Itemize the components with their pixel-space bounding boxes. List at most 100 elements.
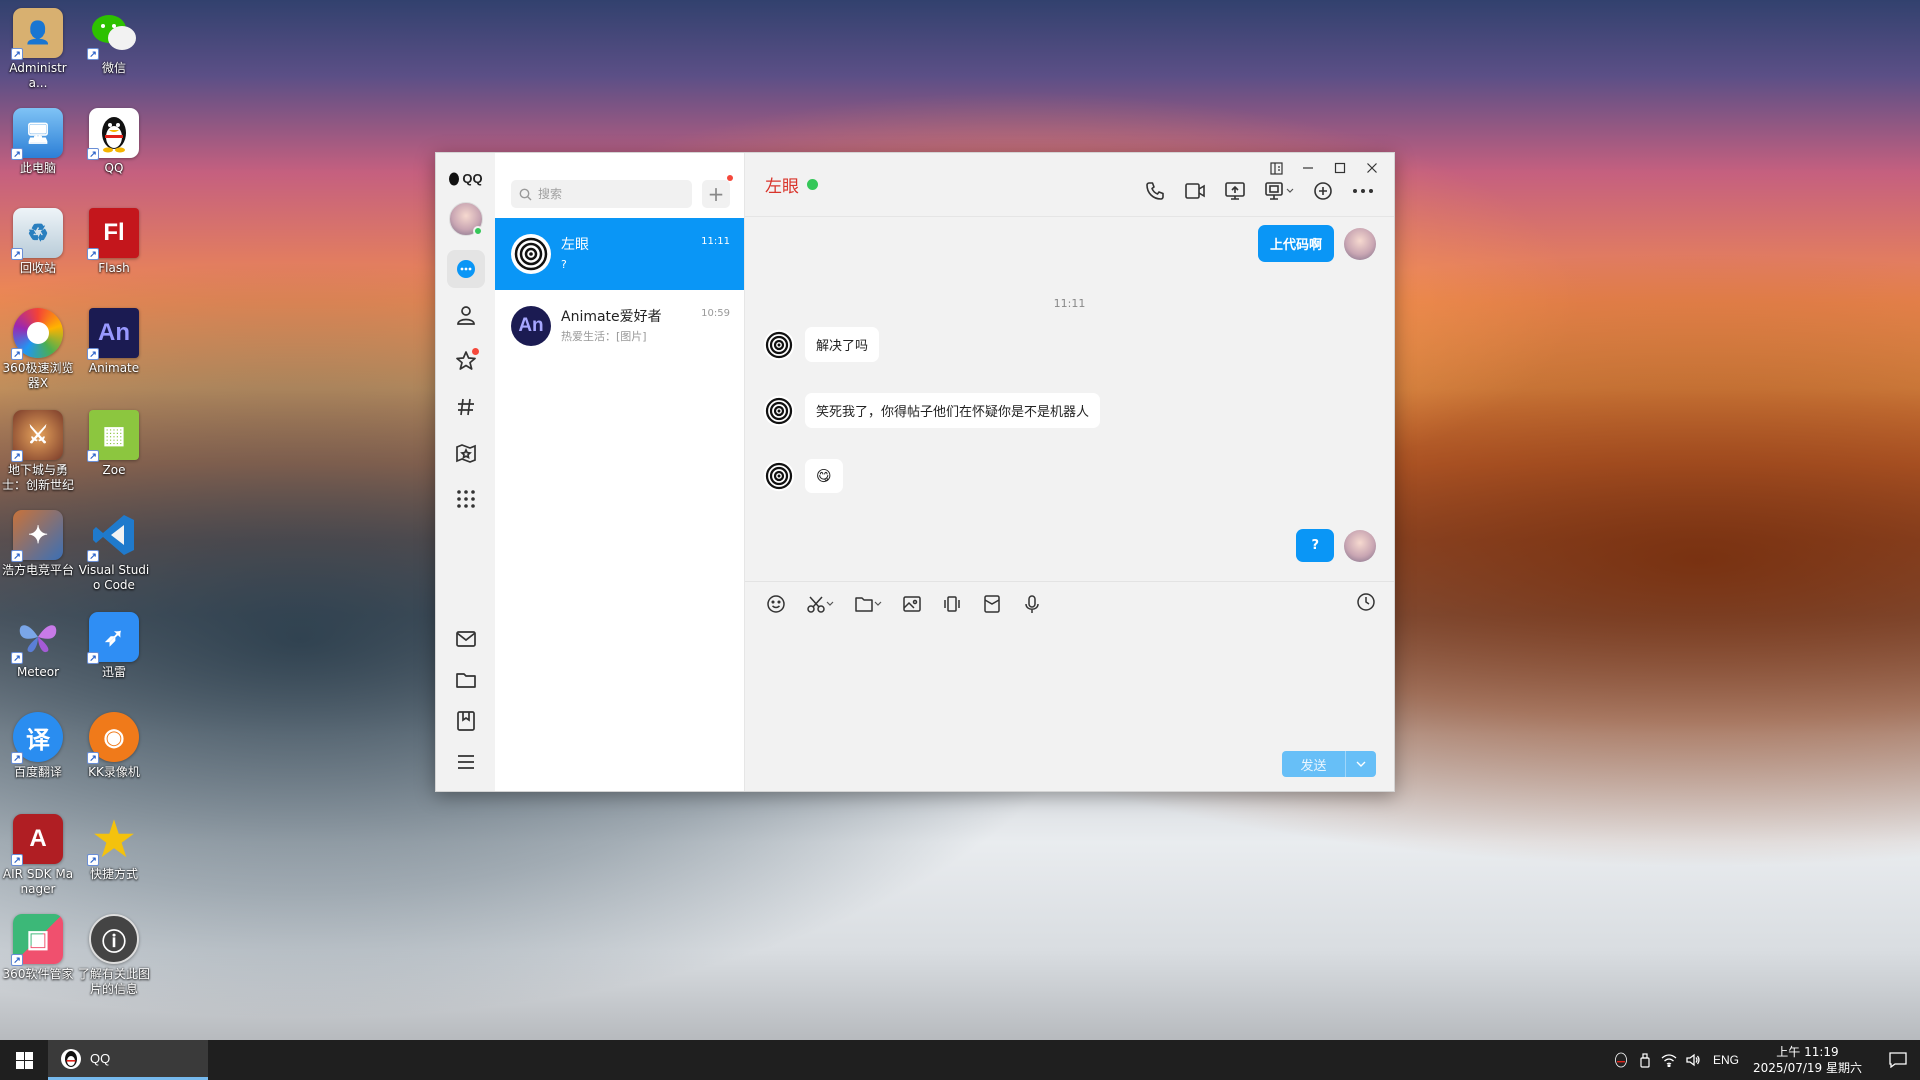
desktop-icon-flash[interactable]: Fl ↗ Flash — [76, 208, 152, 276]
rail-favorites-button[interactable] — [447, 342, 485, 380]
chevron-down-icon — [1356, 761, 1366, 767]
tray-qq-button[interactable] — [1609, 1040, 1633, 1080]
desktop-icon-shortcut[interactable]: ★ ↗ 快捷方式 — [76, 813, 152, 882]
add-button[interactable]: + — [702, 175, 733, 208]
desktop-icon-administrator[interactable]: 👤 ↗ Administra... — [0, 8, 76, 91]
windows-logo-icon — [15, 1051, 33, 1069]
butterfly-icon: ↗ — [11, 612, 63, 664]
spiral-avatar-icon[interactable] — [763, 329, 795, 361]
rail-channels-button[interactable] — [447, 388, 485, 426]
window-pin-icon — [1269, 161, 1283, 175]
conversation-preview: ? — [561, 258, 567, 271]
conversation-item[interactable]: 左眼 ? 11:11 — [495, 218, 744, 290]
rail-mail-button[interactable] — [447, 620, 485, 658]
desktop-icon-this-pc[interactable]: 🖥 ↗ 此电脑 — [0, 108, 76, 176]
message-bubble[interactable]: 笑死我了，你得帖子他们在怀疑你是不是机器人 — [805, 393, 1101, 428]
message-bubble[interactable]: ? — [1296, 529, 1334, 562]
desktop-icon-meteor[interactable]: ↗ Meteor — [0, 612, 76, 680]
search-box[interactable] — [511, 180, 692, 208]
taskbar-clock[interactable]: 上午 11:19 2025/07/19 星期六 — [1753, 1044, 1862, 1076]
desktop-icon-dnf[interactable]: ⚔ ↗ 地下城与勇士：创新世纪 — [0, 410, 76, 493]
input-language-indicator[interactable]: ENG — [1713, 1053, 1739, 1067]
my-avatar[interactable] — [448, 202, 483, 236]
desktop-icon-zoe[interactable]: ▦ ↗ Zoe — [76, 410, 152, 478]
rail-contacts-button[interactable] — [447, 296, 485, 334]
send-image-button[interactable] — [899, 592, 925, 616]
rail-messages-button[interactable] — [446, 250, 485, 288]
window-controls — [1260, 157, 1388, 179]
video-call-button[interactable] — [1182, 179, 1208, 203]
desktop-icon-label: Zoe — [102, 463, 126, 477]
desktop-icon-vscode[interactable]: ↗ Visual Studio Code — [76, 510, 152, 593]
maximize-button[interactable] — [1324, 157, 1356, 179]
chat-title[interactable]: 左眼 — [765, 172, 799, 197]
desktop-icon-xunlei[interactable]: ➶ ↗ 迅雷 — [76, 612, 152, 680]
conversation-item[interactable]: An Animate爱好者 热爱生活：[图片] 10:59 — [495, 290, 744, 362]
my-avatar[interactable] — [1344, 529, 1376, 562]
rail-files-button[interactable] — [447, 661, 485, 699]
tray-usb-button[interactable] — [1633, 1040, 1657, 1080]
more-options-button[interactable] — [1350, 179, 1376, 203]
send-options-button[interactable] — [1346, 751, 1376, 777]
kk-recorder-icon: ◉ ↗ — [87, 712, 139, 764]
spiral-avatar-icon[interactable] — [763, 460, 795, 492]
spiral-avatar-icon[interactable] — [763, 395, 795, 427]
desktop-icon-360-browser[interactable]: ↗ 360极速浏览器X — [0, 308, 76, 391]
emoji-button[interactable] — [763, 592, 789, 616]
clock-date: 2025/07/19 星期六 — [1753, 1061, 1862, 1075]
message-history-button[interactable] — [1356, 592, 1376, 616]
tray-network-button[interactable] — [1657, 1040, 1681, 1080]
software-manager-icon: ▣ ↗ — [11, 914, 63, 966]
rail-discover-button[interactable] — [447, 434, 485, 472]
tray-volume-button[interactable] — [1681, 1040, 1705, 1080]
desktop-icon-label: 此电脑 — [19, 161, 56, 175]
remote-assist-button[interactable] — [1262, 179, 1296, 203]
send-file-button[interactable] — [851, 592, 885, 616]
desktop-icon-baidu-translate[interactable]: 译 ↗ 百度翻译 — [0, 712, 76, 780]
my-avatar[interactable] — [1344, 227, 1376, 260]
composer-toolbar — [745, 582, 1394, 626]
rail-bookmarks-button[interactable] — [447, 702, 485, 740]
rail-apps-button[interactable] — [447, 480, 485, 518]
browser-360-icon: ↗ — [11, 308, 63, 360]
desktop-icon-qq[interactable]: ↗ QQ — [76, 108, 152, 176]
screen-share-button[interactable] — [1222, 179, 1248, 203]
add-circle-icon — [1314, 182, 1332, 200]
desktop-icon-wechat[interactable]: ↗ 微信 — [76, 8, 152, 76]
screenshot-button[interactable] — [803, 592, 837, 616]
minimize-button[interactable] — [1292, 157, 1324, 179]
scissors-icon — [807, 596, 825, 613]
chat-header: 左眼 — [745, 153, 1394, 217]
bookmark-icon — [456, 711, 475, 731]
desktop-icon-label: 回收站 — [19, 261, 56, 275]
send-button[interactable]: 发送 — [1282, 751, 1346, 777]
desktop-icon-recycle-bin[interactable]: ♻ ↗ 回收站 — [0, 208, 76, 276]
rail-menu-button[interactable] — [447, 743, 485, 781]
desktop-icon-360-software[interactable]: ▣ ↗ 360软件管家 — [0, 914, 76, 982]
minimize-icon — [1303, 167, 1313, 169]
desktop-icon-animate[interactable]: An ↗ Animate — [76, 308, 152, 376]
taskbar-app-qq[interactable]: QQ — [48, 1040, 208, 1080]
red-packet-button[interactable] — [979, 592, 1005, 616]
desktop-icon-kk-recorder[interactable]: ◉ ↗ KK录像机 — [76, 712, 152, 780]
search-input[interactable] — [538, 187, 688, 201]
close-button[interactable] — [1356, 157, 1388, 179]
voice-call-button[interactable] — [1142, 179, 1168, 203]
emoji-message-bubble[interactable]: 😋 — [805, 459, 843, 493]
notification-center-button[interactable] — [1876, 1040, 1920, 1080]
more-dots-icon — [1353, 189, 1373, 193]
voice-message-button[interactable] — [1019, 592, 1045, 616]
message-bubble[interactable]: 上代码啊 — [1257, 225, 1334, 262]
start-button[interactable] — [0, 1040, 48, 1080]
shake-button[interactable] — [939, 592, 965, 616]
desktop-icon-air-sdk[interactable]: A ↗ AIR SDK Manager — [0, 814, 76, 897]
conversation-preview: 热爱生活：[图片] — [561, 330, 647, 343]
add-member-button[interactable] — [1310, 179, 1336, 203]
spiral-avatar-icon — [511, 234, 551, 274]
usb-drive-icon — [1640, 1053, 1650, 1068]
message-row-outgoing: 上代码啊 — [1257, 225, 1376, 262]
pin-window-button[interactable] — [1260, 157, 1292, 179]
message-bubble[interactable]: 解决了吗 — [805, 327, 880, 362]
desktop-icon-haofang[interactable]: ✦ ↗ 浩方电竞平台 — [0, 510, 76, 578]
desktop-icon-image-info[interactable]: ⓘ 了解有关此图片的信息 — [76, 914, 152, 997]
